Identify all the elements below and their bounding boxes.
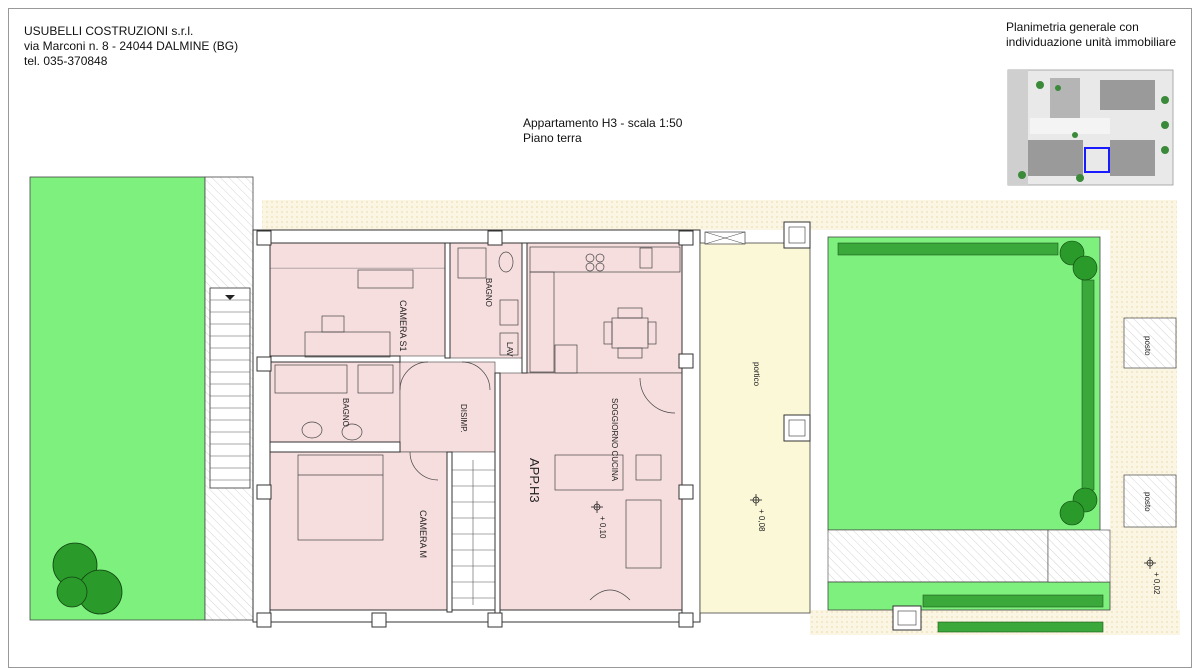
room-disimpegno (399, 361, 496, 453)
label-soggiorno: SOGGIORNO CUCINA (610, 398, 619, 482)
site-plan-thumbnail (1007, 69, 1174, 186)
label-parking-1: posto (1143, 336, 1152, 356)
hedge-bottom (922, 594, 1104, 608)
right-garden (827, 236, 1101, 531)
room-cucina (526, 242, 683, 374)
level-garden: + 0,02 (1152, 572, 1161, 595)
room-bagno-left (269, 361, 401, 443)
paving-right (1110, 200, 1177, 630)
internal-stair (451, 451, 496, 613)
label-bagno-left: BAGNO (341, 398, 350, 427)
hedge-top (837, 242, 1059, 256)
room-camera-s1 (269, 267, 446, 357)
label-camera-s1: CAMERA S1 (398, 300, 408, 352)
room-soggiorno (494, 372, 683, 614)
label-portico: portico (752, 362, 761, 387)
hedge-right (1081, 279, 1095, 491)
level-apartment: + 0,10 (598, 516, 607, 539)
label-parking-2: posto (1143, 492, 1152, 512)
external-stair (209, 287, 251, 489)
garden-path (827, 529, 1049, 583)
level-portico: + 0,08 (757, 509, 766, 532)
floor-plan: CAMERA S1 BAGNO BAGNO DISIMP. CAMERA M S… (29, 69, 1180, 635)
label-lav: LAV (505, 342, 514, 357)
label-apartment: APP.H3 (527, 458, 542, 503)
label-bagno-top: BAGNO (484, 278, 493, 307)
label-camera-m: CAMERA M (418, 510, 428, 558)
paving-top (262, 200, 1177, 230)
label-disimp: DISIMP. (459, 404, 468, 433)
